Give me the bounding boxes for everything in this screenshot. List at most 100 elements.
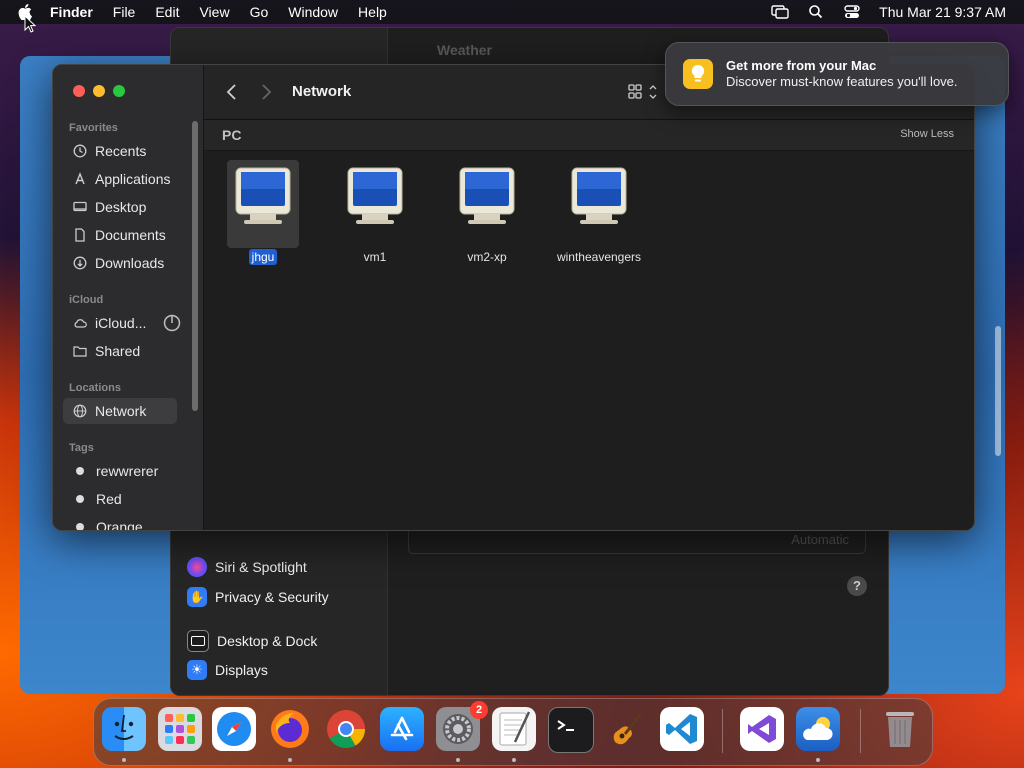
finder-content: PC Show Less jhgu vm1 vm2-xp wintheaveng… — [204, 120, 974, 530]
sidebar-section-favorites: Favorites — [69, 122, 118, 134]
tag-dot-icon — [76, 495, 84, 503]
dock-trash[interactable] — [878, 707, 922, 751]
group-header-pc: PC Show Less — [204, 120, 974, 151]
sidebar-item-recents[interactable]: Recents — [63, 138, 177, 164]
control-center-icon[interactable] — [843, 4, 861, 20]
network-host-vm1[interactable]: vm1 — [319, 160, 431, 266]
settings-item-label: Privacy & Security — [215, 589, 329, 605]
dock-garageband[interactable] — [604, 707, 648, 751]
settings-item-label: Desktop & Dock — [217, 633, 318, 649]
dock-weather[interactable] — [796, 707, 840, 751]
forward-button[interactable] — [260, 83, 272, 106]
dock-textedit[interactable] — [492, 707, 536, 751]
sidebar-item-label: Recents — [95, 143, 147, 159]
icon-view-toggle-icon[interactable] — [628, 83, 660, 101]
dock-finder[interactable] — [102, 707, 146, 751]
sidebar-item-network[interactable]: Network — [63, 398, 177, 424]
dock-terminal[interactable] — [548, 707, 594, 753]
help-button[interactable]: ? — [847, 576, 867, 596]
host-icon-wrapper — [451, 160, 523, 248]
sidebar-item-documents[interactable]: Documents — [63, 222, 177, 248]
sidebar-item-label: Downloads — [95, 255, 165, 271]
network-host-wintheavengers[interactable]: wintheavengers — [543, 160, 655, 266]
sidebar-item-label: Applications — [95, 171, 171, 187]
menu-app-finder[interactable]: Finder — [50, 4, 93, 20]
menu-clock[interactable]: Thu Mar 21 9:37 AM — [879, 4, 1006, 20]
sidebar-item-icloud-drive[interactable]: iCloud... — [63, 310, 181, 336]
desktop-icon — [73, 201, 87, 212]
dock-visual-studio[interactable] — [740, 707, 784, 751]
notification-body: Discover must-know features you'll love. — [726, 74, 958, 89]
weather-scrollbar[interactable] — [995, 326, 1001, 456]
sidebar-item-desktop[interactable]: Desktop — [63, 194, 177, 220]
sync-progress-icon — [163, 314, 181, 332]
tag-dot-icon — [76, 467, 84, 475]
network-host-jhgu[interactable]: jhgu — [207, 160, 319, 266]
group-title: PC — [222, 127, 242, 143]
spotlight-search-icon[interactable] — [807, 4, 825, 20]
screen-mirroring-icon[interactable] — [771, 4, 789, 20]
show-less-button[interactable]: Show Less — [900, 128, 954, 140]
sidebar-item-shared[interactable]: Shared — [63, 338, 177, 364]
menu-window[interactable]: Window — [288, 4, 338, 20]
sun-icon: ☀ — [187, 660, 207, 680]
notification-badge: 2 — [470, 701, 488, 719]
notification-title: Get more from your Mac — [726, 58, 877, 73]
weather-cloud-icon — [803, 717, 833, 740]
trash-icon — [886, 712, 914, 747]
back-button[interactable] — [226, 83, 238, 106]
finder-face-icon — [114, 714, 134, 740]
lightbulb-icon — [683, 59, 713, 89]
applications-icon — [75, 172, 85, 185]
cloud-icon — [74, 319, 87, 328]
dock-launchpad[interactable] — [158, 707, 202, 751]
computer-monitor-icon — [571, 167, 627, 224]
sidebar-item-downloads[interactable]: Downloads — [63, 250, 177, 276]
clock-icon — [73, 144, 87, 158]
sidebar-scrollbar[interactable] — [192, 121, 198, 411]
menu-file[interactable]: File — [113, 4, 136, 20]
menu-edit[interactable]: Edit — [155, 4, 179, 20]
dock-safari[interactable] — [212, 707, 256, 751]
settings-item-siri-spotlight[interactable]: Siri & Spotlight — [187, 557, 307, 577]
zoom-button[interactable] — [113, 85, 125, 97]
menu-help[interactable]: Help — [358, 4, 387, 20]
firefox-icon — [271, 710, 309, 748]
settings-item-displays[interactable]: ☀ Displays — [187, 660, 268, 680]
dock-firefox[interactable] — [268, 707, 312, 751]
settings-item-label: Displays — [215, 662, 268, 678]
host-icon-wrapper — [339, 160, 411, 248]
host-label: jhgu — [248, 249, 278, 265]
sidebar-item-label: Red — [96, 491, 122, 507]
menu-go[interactable]: Go — [250, 4, 269, 20]
sidebar-tag-red[interactable]: Red — [63, 486, 177, 512]
dock-vscode[interactable] — [660, 707, 704, 751]
host-icon-wrapper — [227, 160, 299, 248]
settings-item-desktop-dock[interactable]: Desktop & Dock — [187, 630, 317, 652]
dock-app-store[interactable] — [380, 707, 424, 751]
download-icon — [73, 256, 87, 270]
visual-studio-icon — [748, 715, 776, 743]
close-button[interactable] — [73, 85, 85, 97]
window-title: Network — [292, 83, 352, 100]
sidebar-tag-orange[interactable]: Orange — [63, 514, 177, 531]
sidebar-tag-rewwrerer[interactable]: rewwrerer — [63, 458, 177, 484]
running-indicator — [122, 758, 126, 762]
guitar-icon — [613, 713, 643, 745]
sidebar-item-label: Orange — [96, 519, 143, 531]
settings-item-privacy-security[interactable]: ✋ Privacy & Security — [187, 587, 329, 607]
settings-title-hint: Weather — [437, 42, 492, 58]
dock-divider — [860, 709, 861, 753]
minimize-button[interactable] — [93, 85, 105, 97]
sidebar-item-label: rewwrerer — [96, 463, 159, 479]
notification-banner[interactable]: Get more from your Mac Discover must-kno… — [665, 42, 1009, 106]
network-host-vm2-xp[interactable]: vm2-xp — [431, 160, 543, 266]
terminal-prompt-icon — [557, 720, 574, 731]
chevron-right-icon — [262, 84, 272, 100]
running-indicator — [288, 758, 292, 762]
dock-chrome[interactable] — [324, 707, 368, 751]
menu-view[interactable]: View — [199, 4, 229, 20]
sidebar-item-label: Documents — [95, 227, 166, 243]
sidebar-section-icloud: iCloud — [69, 294, 104, 306]
sidebar-item-applications[interactable]: Applications — [63, 166, 177, 192]
